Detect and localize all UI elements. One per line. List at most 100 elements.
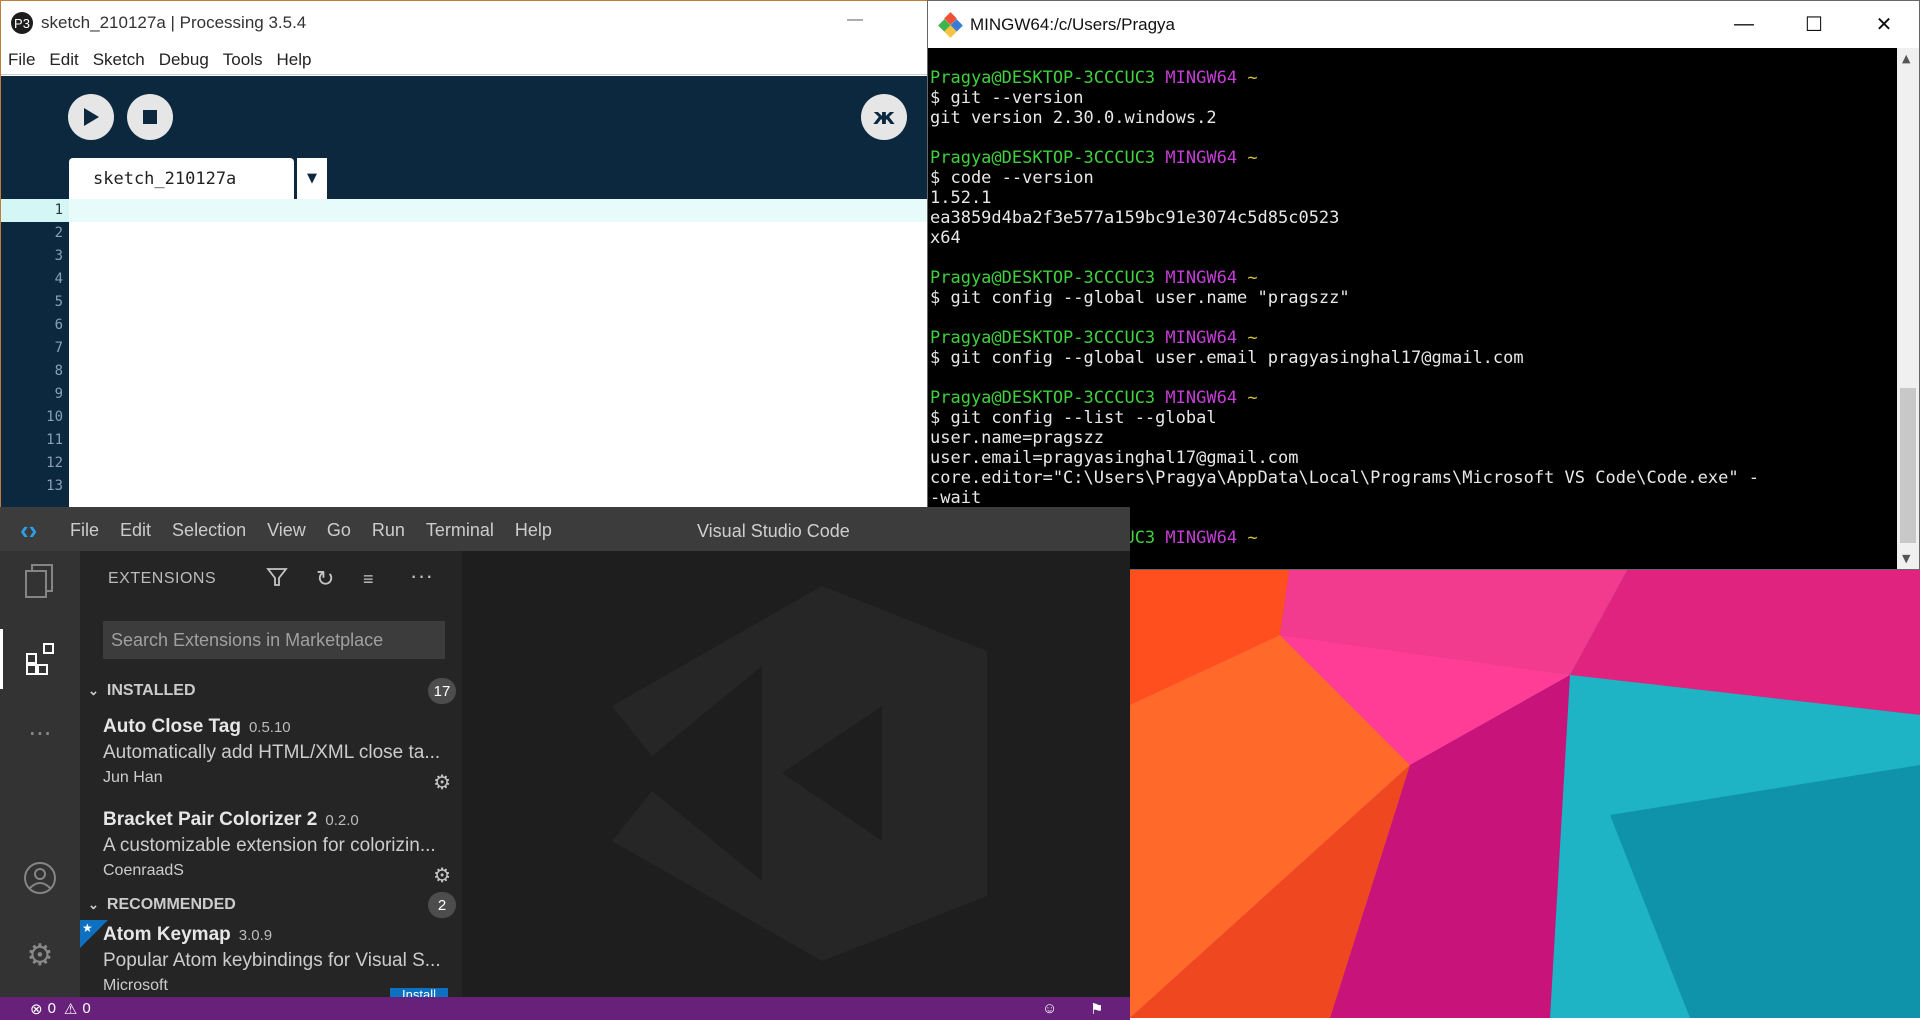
warning-icon[interactable]: ⚠: [64, 1000, 77, 1018]
menu-edit[interactable]: Edit: [120, 520, 151, 541]
prompt-host: MINGW64: [1165, 528, 1238, 548]
editor-area: [462, 551, 1130, 997]
clear-extensions-icon[interactable]: ≡: [363, 569, 374, 590]
extensions-header: EXTENSIONS ↻ ≡ ···: [80, 551, 462, 607]
menu-terminal[interactable]: Terminal: [426, 520, 494, 541]
menu-run[interactable]: Run: [372, 520, 405, 541]
menu-go[interactable]: Go: [327, 520, 351, 541]
accounts-icon[interactable]: [0, 848, 80, 908]
explorer-files-icon[interactable]: [0, 551, 80, 611]
feedback-icon[interactable]: ☺: [1042, 1000, 1057, 1017]
extension-version: 0.2.0: [325, 812, 359, 829]
scrollbar-thumb[interactable]: [1900, 388, 1916, 543]
menu-edit[interactable]: Edit: [49, 50, 78, 70]
refresh-icon[interactable]: ↻: [316, 566, 335, 592]
install-button[interactable]: Install: [390, 988, 448, 997]
sketch-tab[interactable]: sketch_210127a: [69, 158, 294, 199]
extension-settings-gear-icon[interactable]: ⚙: [433, 770, 451, 795]
chevron-down-icon: ⌄: [88, 683, 99, 698]
extension-settings-gear-icon[interactable]: ⚙: [433, 863, 451, 888]
extensions-search-input[interactable]: Search Extensions in Marketplace: [103, 621, 445, 659]
minimize-icon[interactable]: —: [847, 11, 863, 29]
recommended-list: ★ Atom Keymap 3.0.9 Popular Atom keybindi…: [80, 920, 462, 997]
prompt-host: MINGW64: [1165, 68, 1238, 88]
extension-description: Popular Atom keybindings for Visual S...: [103, 950, 441, 971]
recommended-count-badge: 2: [428, 892, 456, 918]
prompt-user: Pragya@DESKTOP-3CCCUC3: [930, 148, 1156, 168]
manage-gear-icon[interactable]: ⚙: [0, 925, 80, 985]
scroll-down-icon[interactable]: ▼: [1902, 552, 1910, 565]
errors-icon[interactable]: ⊗: [30, 1000, 43, 1018]
prompt-user: Pragya@DESKTOP-3CCCUC3: [930, 328, 1156, 348]
menu-selection[interactable]: Selection: [172, 520, 246, 541]
menu-sketch[interactable]: Sketch: [93, 50, 145, 70]
notifications-bell-icon[interactable]: ⚑: [1090, 1000, 1103, 1018]
error-count[interactable]: 0: [48, 1000, 56, 1017]
line-number: 8: [54, 363, 63, 379]
line-number: 2: [54, 225, 63, 241]
terminal-prompt-line: Pragya@DESKTOP-3CCCUC3 MINGW64 ~: [930, 148, 1898, 168]
installed-count-badge: 17: [428, 678, 456, 704]
menu-file[interactable]: File: [70, 520, 99, 541]
status-bar: ⊗ 0 ⚠ 0 ☺ ⚑: [0, 997, 1130, 1020]
more-views-icon[interactable]: ···: [0, 704, 80, 764]
maximize-icon[interactable]: ☐: [1779, 1, 1849, 48]
butterfly-icon: ж: [873, 104, 895, 130]
play-icon: [84, 108, 99, 126]
processing-logo-icon: P3: [11, 12, 33, 34]
terminal-scrollbar[interactable]: ▲ ▼: [1897, 48, 1919, 569]
terminal-output-line: git version 2.30.0.windows.2: [930, 108, 1217, 128]
line-number: 3: [54, 248, 63, 264]
tab-menu-arrow-icon[interactable]: ▼: [297, 158, 327, 199]
code-editor[interactable]: [69, 199, 929, 511]
warning-count[interactable]: 0: [82, 1000, 90, 1017]
stop-button[interactable]: [127, 94, 173, 140]
line-number: 13: [46, 478, 63, 494]
more-actions-icon[interactable]: ···: [410, 563, 433, 589]
extension-name: Atom Keymap: [103, 924, 231, 945]
current-line-highlight: [69, 199, 929, 222]
scroll-up-icon[interactable]: ▲: [1902, 52, 1910, 65]
minimize-icon[interactable]: —: [1709, 1, 1779, 48]
installed-section-header[interactable]: ⌄ INSTALLED 17: [80, 676, 462, 706]
extension-item[interactable]: Auto Close Tag 0.5.10 Automatically add H…: [103, 716, 455, 794]
prompt-user: Pragya@DESKTOP-3CCCUC3: [930, 68, 1156, 88]
filter-icon[interactable]: [266, 566, 288, 594]
stop-icon: [143, 110, 157, 124]
terminal-output-line: user.email=pragyasinghal17@gmail.com: [930, 448, 1299, 468]
git-bash-icon: [938, 11, 963, 38]
menu-tools[interactable]: Tools: [223, 50, 263, 70]
debug-button[interactable]: ж: [861, 94, 907, 140]
line-number: 10: [46, 409, 63, 425]
prompt-dir: ~: [1247, 388, 1258, 408]
line-number: 12: [46, 455, 63, 471]
menu-file[interactable]: File: [8, 50, 35, 70]
menu-debug[interactable]: Debug: [159, 50, 209, 70]
line-number: 6: [54, 317, 63, 333]
extensions-header-label: EXTENSIONS: [108, 570, 217, 587]
vscode-titlebar: ‹› File Edit Selection View Go Run Termi…: [0, 509, 1130, 551]
terminal-command: $ git config --list --global: [930, 408, 1217, 428]
extension-item[interactable]: Bracket Pair Colorizer 2 0.2.0 A customiz…: [103, 809, 455, 887]
run-button[interactable]: [68, 94, 114, 140]
prompt-user: Pragya@DESKTOP-3CCCUC3: [930, 268, 1156, 288]
terminal-output-line: x64: [930, 228, 961, 248]
extension-item[interactable]: Atom Keymap 3.0.9 Popular Atom keybinding…: [103, 924, 455, 995]
terminal-title: MINGW64:/c/Users/Pragya: [970, 14, 1175, 34]
vscode-logo-icon: ‹›: [20, 514, 38, 545]
menu-help[interactable]: Help: [515, 520, 552, 541]
recommended-section-header[interactable]: ⌄ RECOMMENDED 2: [80, 890, 462, 920]
extension-version: 0.5.10: [248, 719, 291, 736]
menu-view[interactable]: View: [267, 520, 306, 541]
menu-help[interactable]: Help: [276, 50, 311, 70]
close-icon[interactable]: ✕: [1849, 1, 1919, 48]
line-number: 1: [1, 199, 69, 222]
prompt-dir: ~: [1247, 68, 1258, 88]
terminal-output[interactable]: Pragya@DESKTOP-3CCCUC3 MINGW64 ~ $ git --…: [928, 48, 1898, 569]
prompt-dir: ~: [1247, 528, 1258, 548]
prompt-host: MINGW64: [1165, 328, 1238, 348]
extensions-icon[interactable]: [0, 629, 80, 689]
